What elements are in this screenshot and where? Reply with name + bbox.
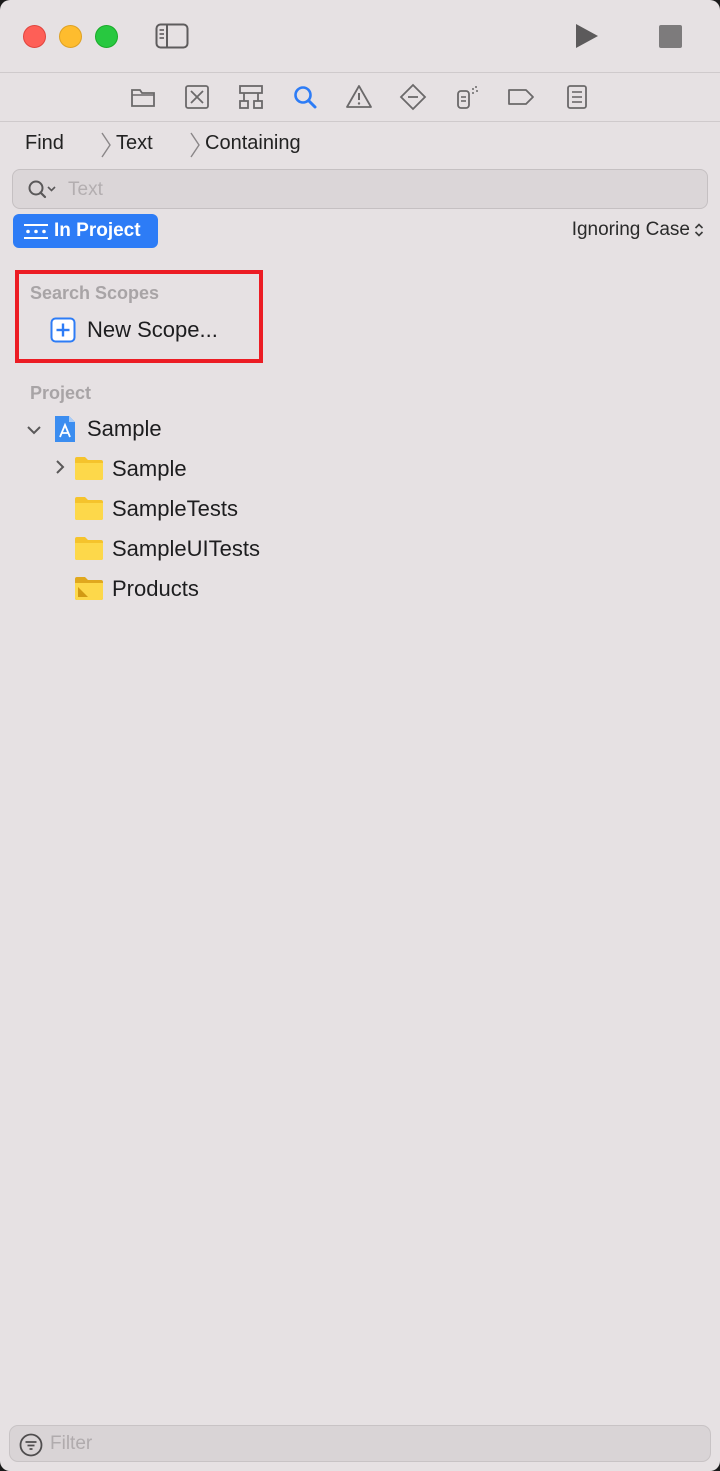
- report-navigator-icon[interactable]: [562, 83, 592, 111]
- close-window-button[interactable]: [23, 25, 46, 48]
- play-icon[interactable]: [572, 22, 600, 50]
- chevron-down-icon[interactable]: [26, 422, 42, 438]
- xcode-project-icon: [55, 416, 75, 442]
- highlight-box: [15, 270, 263, 363]
- search-input[interactable]: Text: [12, 169, 708, 209]
- folder-icon: [75, 457, 103, 480]
- tree-label: SampleTests: [112, 496, 238, 521]
- project-header: Project: [30, 383, 92, 403]
- title-bar: [0, 0, 720, 72]
- search-placeholder: Text: [68, 179, 103, 200]
- zoom-window-button[interactable]: [95, 25, 118, 48]
- filter-input[interactable]: Filter: [9, 1425, 711, 1462]
- tree-row-project-sample[interactable]: Sample: [24, 414, 324, 446]
- case-sensitivity-popup[interactable]: Ignoring Case: [572, 219, 704, 241]
- case-sensitivity-label: Ignoring Case: [571, 219, 690, 240]
- search-options-icon[interactable]: [27, 179, 61, 201]
- find-navigator-window: Find Text Containing Text In Project Ign…: [0, 0, 720, 1471]
- chevron-right-icon[interactable]: [52, 459, 68, 475]
- chevron-right-icon: [101, 132, 111, 158]
- find-breadcrumb: Find Text Containing: [0, 122, 720, 166]
- up-down-chevron-icon: [694, 223, 704, 237]
- filter-placeholder: Filter: [50, 1433, 93, 1454]
- folder-icon: [75, 497, 103, 520]
- tree-label: Sample: [87, 416, 162, 441]
- tree-row-folder-sampleuitests[interactable]: SampleUITests: [50, 534, 350, 566]
- test-navigator-icon[interactable]: [398, 83, 428, 111]
- tree-label: Products: [112, 576, 199, 601]
- find-type-popup[interactable]: Text: [116, 132, 153, 155]
- find-match-popup[interactable]: Containing: [205, 132, 301, 155]
- find-navigator-icon[interactable]: [290, 83, 320, 111]
- scope-icon: [24, 224, 48, 239]
- debug-navigator-icon[interactable]: [452, 83, 482, 111]
- folder-icon: [75, 537, 103, 560]
- navigator-tab-bar: [0, 73, 720, 121]
- stop-icon[interactable]: [659, 25, 682, 48]
- issue-navigator-icon[interactable]: [344, 83, 374, 111]
- sidebar-toggle-icon[interactable]: [155, 23, 189, 49]
- tree-row-folder-products[interactable]: Products: [50, 574, 350, 606]
- symbol-navigator-icon[interactable]: [236, 83, 266, 111]
- find-mode-popup[interactable]: Find: [25, 132, 64, 155]
- tree-label: Sample: [112, 456, 187, 481]
- filter-icon: [19, 1433, 43, 1457]
- project-navigator-icon[interactable]: [128, 83, 158, 111]
- products-folder-icon: [75, 577, 103, 600]
- tree-row-folder-sample[interactable]: Sample: [50, 454, 350, 486]
- scope-button[interactable]: In Project: [13, 214, 158, 248]
- minimize-window-button[interactable]: [59, 25, 82, 48]
- chevron-right-icon: [190, 132, 200, 158]
- scope-button-label: In Project: [54, 220, 141, 241]
- tree-row-folder-sampletests[interactable]: SampleTests: [50, 494, 350, 526]
- tree-label: SampleUITests: [112, 536, 260, 561]
- breakpoint-navigator-icon[interactable]: [506, 83, 536, 111]
- source-control-icon[interactable]: [182, 83, 212, 111]
